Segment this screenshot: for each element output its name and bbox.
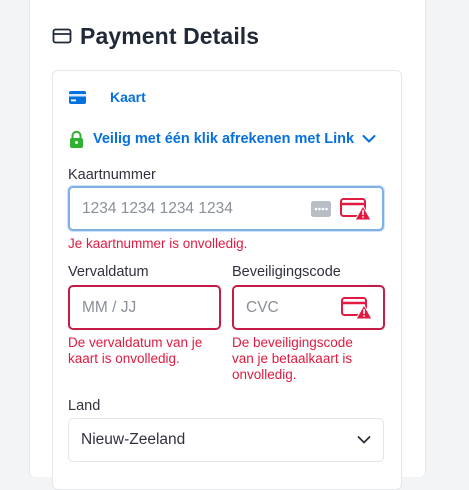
country-value: Nieuw-Zeeland — [81, 431, 186, 448]
chevron-down-icon — [362, 135, 376, 143]
payment-method-tab-card[interactable]: Kaart — [69, 87, 146, 107]
expiry-error-line: kaart is onvolledig. — [68, 351, 180, 366]
link-checkout-button[interactable]: Veilig met één klik afrekenen met Link — [69, 128, 376, 150]
expiry-input[interactable]: MM / JJ — [68, 285, 221, 330]
link-checkout-label: Veilig met één klik afrekenen met Link — [93, 131, 355, 147]
cvc-error-line: onvolledig. — [232, 367, 297, 382]
card-error-icon — [340, 197, 372, 220]
expiry-error-line: De vervaldatum van je — [68, 335, 203, 350]
chevron-down-icon — [357, 436, 371, 444]
cvc-input[interactable]: CVC — [232, 285, 385, 330]
country-select[interactable]: Nieuw-Zeeland — [68, 418, 384, 462]
cvc-error-icon — [341, 296, 373, 319]
cvc-error: De beveiligingscode van je betaalkaart i… — [232, 335, 353, 383]
card-number-label: Kaartnummer — [68, 167, 156, 183]
credit-card-icon — [69, 90, 86, 104]
cvc-icons — [341, 296, 373, 320]
card-number-icons — [311, 197, 372, 221]
lock-icon — [70, 130, 83, 148]
cvc-error-line: De beveiligingscode — [232, 335, 353, 350]
payment-card: Payment Details Kaart Veilig met één kli… — [29, 0, 426, 490]
payment-method-label: Kaart — [110, 89, 146, 105]
page-title: Payment Details — [80, 22, 260, 49]
card-number-placeholder: 1234 1234 1234 1234 — [82, 199, 233, 217]
generic-card-icon — [311, 200, 331, 217]
credit-card-outline-icon — [52, 28, 72, 44]
country-label: Land — [68, 398, 101, 414]
cvc-error-line: van je betaalkaart is — [232, 351, 353, 366]
cvc-label: Beveiligingscode — [232, 264, 341, 280]
payment-header: Payment Details — [52, 20, 259, 52]
card-number-error: Je kaartnummer is onvolledig. — [68, 236, 248, 251]
expiry-placeholder: MM / JJ — [82, 298, 137, 316]
card-number-input[interactable]: 1234 1234 1234 1234 — [68, 186, 384, 231]
expiry-label: Vervaldatum — [68, 264, 149, 280]
expiry-error: De vervaldatum van je kaart is onvolledi… — [68, 335, 202, 367]
cvc-placeholder: CVC — [246, 298, 279, 316]
